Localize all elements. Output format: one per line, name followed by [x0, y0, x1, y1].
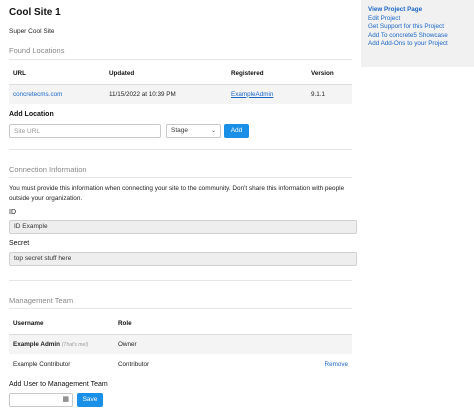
project-sidebar: View Project Page Edit Project Get Suppo… — [361, 0, 474, 67]
location-updated: 11/15/2022 at 10:39 PM — [105, 84, 227, 104]
page-title: Cool Site 1 — [9, 7, 61, 18]
save-user-button[interactable]: Save — [77, 393, 103, 407]
chevron-down-icon: ⌄ — [210, 128, 216, 134]
column-header: Username — [13, 320, 44, 328]
add-location-label: Add Location — [9, 111, 54, 118]
locations-table: URL Updated Registered Version concretec… — [9, 64, 352, 104]
self-note: (That's me!) — [61, 341, 89, 348]
remove-member-link[interactable]: Remove — [294, 354, 352, 374]
get-support-link[interactable]: Get Support for this Project — [368, 23, 474, 32]
secret-field[interactable]: top secret stuff here — [9, 252, 357, 266]
id-label: ID — [9, 209, 16, 216]
table-header-row: Username Role — [9, 314, 352, 334]
site-subtitle: Super Cool Site — [9, 28, 55, 35]
management-team-heading: Management Team — [9, 296, 74, 305]
divider — [9, 308, 352, 309]
column-header: URL — [13, 70, 26, 78]
edit-project-link[interactable]: Edit Project — [368, 15, 474, 24]
stage-select[interactable]: Stage ⌄ — [166, 124, 221, 138]
add-addons-link[interactable]: Add Add-Ons to your Project — [368, 40, 474, 49]
table-row: concretecms.com 11/15/2022 at 10:39 PM E… — [9, 84, 352, 104]
column-header: Role — [118, 320, 132, 328]
found-locations-heading: Found Locations — [9, 46, 65, 55]
view-project-page-link[interactable]: View Project Page — [368, 6, 474, 15]
connection-description: You must provide this information when c… — [9, 185, 345, 202]
column-header: Updated — [109, 70, 135, 78]
member-role: Contributor — [118, 360, 150, 368]
secret-label: Secret — [9, 240, 30, 247]
add-location-button[interactable]: Add — [224, 124, 249, 138]
member-action — [294, 334, 352, 354]
divider — [9, 177, 352, 178]
site-url-input[interactable] — [9, 124, 161, 138]
stage-select-value: Stage — [171, 127, 188, 134]
user-search-input[interactable]: ▦ — [9, 393, 73, 407]
team-table: Username Role Example Admin (That's me!)… — [9, 314, 352, 374]
member-username: Example Admin — [13, 340, 61, 348]
add-to-showcase-link[interactable]: Add To concrete5 Showcase — [368, 32, 474, 41]
column-header: Version — [311, 70, 334, 78]
location-version: 9.1.1 — [307, 84, 352, 104]
table-row: Example Admin (That's me!) Owner — [9, 334, 352, 354]
table-header-row: URL Updated Registered Version — [9, 64, 352, 84]
divider — [9, 149, 352, 150]
member-username: Example Contributor — [13, 360, 71, 368]
location-url-link[interactable]: concretecms.com — [9, 84, 105, 104]
column-header: Registered — [231, 70, 264, 78]
id-field[interactable]: ID Example — [9, 220, 357, 234]
connection-heading: Connection Information — [9, 165, 87, 174]
member-role: Owner — [114, 334, 294, 354]
table-row: Example Contributor Contributor Remove — [9, 354, 352, 374]
divider — [9, 280, 352, 281]
column-header — [294, 314, 352, 334]
user-picker-icon[interactable]: ▦ — [62, 395, 69, 403]
member-username-cell: Example Admin (That's me!) — [9, 334, 114, 354]
divider — [9, 59, 352, 60]
add-user-label: Add User to Management Team — [9, 381, 108, 388]
location-registered-link[interactable]: ExampleAdmin — [227, 84, 307, 104]
